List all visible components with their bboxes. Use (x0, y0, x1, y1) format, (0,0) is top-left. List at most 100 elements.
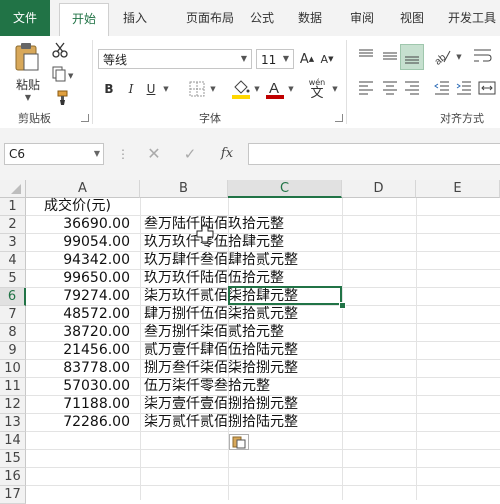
cell-amount-in-words[interactable]: 肆万捌仟伍佰柒拾贰元整 (144, 306, 298, 323)
cell-amount[interactable]: 36690.00 (27, 216, 140, 233)
tab-developer[interactable]: 开发工具 (440, 0, 500, 36)
cell-amount-in-words[interactable]: 玖万玖仟零伍拾肆元整 (144, 234, 284, 251)
chevron-down-icon[interactable]: ▼ (161, 80, 171, 98)
cell-amount-in-words[interactable]: 贰万壹仟肆佰伍拾陆元整 (144, 342, 298, 359)
cell-amount[interactable]: 79274.00 (27, 288, 140, 305)
row-header[interactable]: 9 (0, 342, 26, 360)
cancel-icon[interactable]: ✕ (144, 144, 164, 164)
row-header[interactable]: 13 (0, 414, 26, 432)
cut-icon[interactable] (50, 40, 70, 60)
align-right-icon[interactable] (402, 78, 422, 98)
decrease-font-icon[interactable]: A ▼ (318, 48, 336, 70)
font-name-combo[interactable]: 等线 ▼ (98, 49, 252, 69)
chevron-down-icon[interactable]: ▼ (208, 80, 218, 98)
chevron-down-icon[interactable]: ▼ (286, 80, 296, 98)
column-header-d[interactable]: D (342, 180, 416, 198)
cell-amount[interactable]: 48572.00 (27, 306, 140, 323)
increase-font-icon[interactable]: A ▲ (298, 48, 316, 70)
phonetic-guide-icon[interactable]: wén 文 (304, 74, 330, 102)
name-box[interactable]: C6 ▼ (4, 143, 104, 165)
tab-insert[interactable]: 插入 (113, 0, 157, 36)
borders-icon[interactable] (186, 78, 208, 100)
underline-icon[interactable]: U (142, 78, 160, 100)
column-header-a[interactable]: A (26, 180, 140, 198)
tab-view[interactable]: 视图 (390, 0, 434, 36)
paste-dropdown-icon[interactable]: ▼ (20, 92, 36, 102)
chevron-down-icon[interactable]: ▼ (237, 50, 251, 68)
format-painter-icon[interactable] (50, 88, 70, 108)
cell-amount[interactable]: 72286.00 (27, 414, 140, 431)
formula-input[interactable] (248, 143, 500, 165)
chevron-down-icon[interactable]: ▼ (454, 48, 464, 66)
cell-amount[interactable]: 57030.00 (27, 378, 140, 395)
row-header[interactable]: 14 (0, 432, 26, 450)
tab-home[interactable]: 开始 (59, 3, 109, 37)
row-header[interactable]: 10 (0, 360, 26, 378)
row-header[interactable]: 1 (0, 198, 26, 216)
clipboard-launcher-icon[interactable] (81, 114, 89, 122)
bold-icon[interactable]: B (100, 78, 118, 100)
column-header-b[interactable]: B (140, 180, 228, 198)
chevron-down-icon[interactable]: ▼ (279, 50, 293, 68)
copy-icon[interactable]: ▼ (50, 64, 76, 84)
cell-amount-in-words[interactable]: 玖万玖仟陆佰伍拾元整 (144, 270, 284, 287)
paste-icon[interactable] (10, 42, 44, 72)
column-header-e[interactable]: E (416, 180, 500, 198)
cell-amount[interactable]: 38720.00 (27, 324, 140, 341)
cell-amount[interactable]: 71188.00 (27, 396, 140, 413)
cell-amount[interactable]: 99054.00 (27, 234, 140, 251)
tab-review[interactable]: 审阅 (340, 0, 384, 36)
italic-icon[interactable]: I (122, 78, 140, 100)
row-header[interactable]: 3 (0, 234, 26, 252)
cell-amount-in-words[interactable]: 柒万贰仟贰佰捌拾陆元整 (144, 414, 298, 431)
row-header[interactable]: 6 (0, 288, 26, 306)
font-launcher-icon[interactable] (335, 114, 343, 122)
align-center-icon[interactable] (380, 78, 400, 98)
tab-formulas[interactable]: 公式 (240, 0, 284, 36)
row-header[interactable]: 12 (0, 396, 26, 414)
row-header[interactable]: 11 (0, 378, 26, 396)
chevron-down-icon[interactable]: ▼ (252, 80, 262, 98)
cell-amount[interactable]: 99650.00 (27, 270, 140, 287)
tab-file[interactable]: 文件 (0, 0, 50, 36)
insert-function-icon[interactable]: fx (216, 144, 238, 164)
cell-a1[interactable]: 成交价(元) (44, 198, 111, 215)
chevron-down-icon[interactable]: ▼ (94, 144, 100, 164)
align-middle-icon[interactable] (380, 46, 400, 66)
enter-check-icon[interactable]: ✓ (180, 144, 200, 164)
cell-amount[interactable]: 83778.00 (27, 360, 140, 377)
chevron-down-icon[interactable]: ▼ (330, 80, 340, 98)
font-size-combo[interactable]: 11 ▼ (256, 49, 294, 69)
increase-indent-icon[interactable] (454, 78, 474, 98)
vertical-dots-icon[interactable]: ⋮ (117, 146, 129, 162)
cell-amount-in-words[interactable]: 柒万壹仟壹佰捌拾捌元整 (144, 396, 298, 413)
row-header[interactable]: 7 (0, 306, 26, 324)
cell-amount-in-words[interactable]: 叁万陆仟陆佰玖拾元整 (144, 216, 284, 233)
row-header[interactable]: 16 (0, 468, 26, 486)
cell-amount-in-words[interactable]: 伍万柒仟零叁拾元整 (144, 378, 270, 395)
row-header[interactable]: 15 (0, 450, 26, 468)
wrap-text-icon[interactable] (470, 44, 496, 68)
cell-amount-in-words[interactable]: 叁万捌仟柒佰贰拾元整 (144, 324, 284, 341)
decrease-indent-icon[interactable] (432, 78, 452, 98)
cell-amount-in-words[interactable]: 捌万叁仟柒佰柒拾捌元整 (144, 360, 298, 377)
align-left-icon[interactable] (356, 78, 376, 98)
row-header[interactable]: 4 (0, 252, 26, 270)
row-header[interactable]: 8 (0, 324, 26, 342)
active-cell-selection[interactable] (228, 286, 342, 305)
cell-amount-in-words[interactable]: 玖万肆仟叁佰肆拾贰元整 (144, 252, 298, 269)
row-header[interactable]: 2 (0, 216, 26, 234)
column-header-c[interactable]: C (228, 180, 342, 198)
font-color-icon[interactable]: A (264, 76, 286, 102)
cell-amount[interactable]: 94342.00 (27, 252, 140, 269)
align-bottom-icon[interactable] (400, 44, 424, 70)
fill-handle[interactable] (339, 302, 346, 309)
fill-color-icon[interactable] (230, 76, 252, 102)
paste-options-icon[interactable] (229, 434, 249, 450)
merge-center-icon[interactable] (476, 78, 498, 98)
orientation-icon[interactable]: ab (430, 44, 454, 68)
row-header[interactable]: 17 (0, 486, 26, 504)
align-top-icon[interactable] (356, 46, 376, 66)
cell-amount[interactable]: 21456.00 (27, 342, 140, 359)
paste-button-label[interactable]: 粘贴 (8, 76, 48, 92)
